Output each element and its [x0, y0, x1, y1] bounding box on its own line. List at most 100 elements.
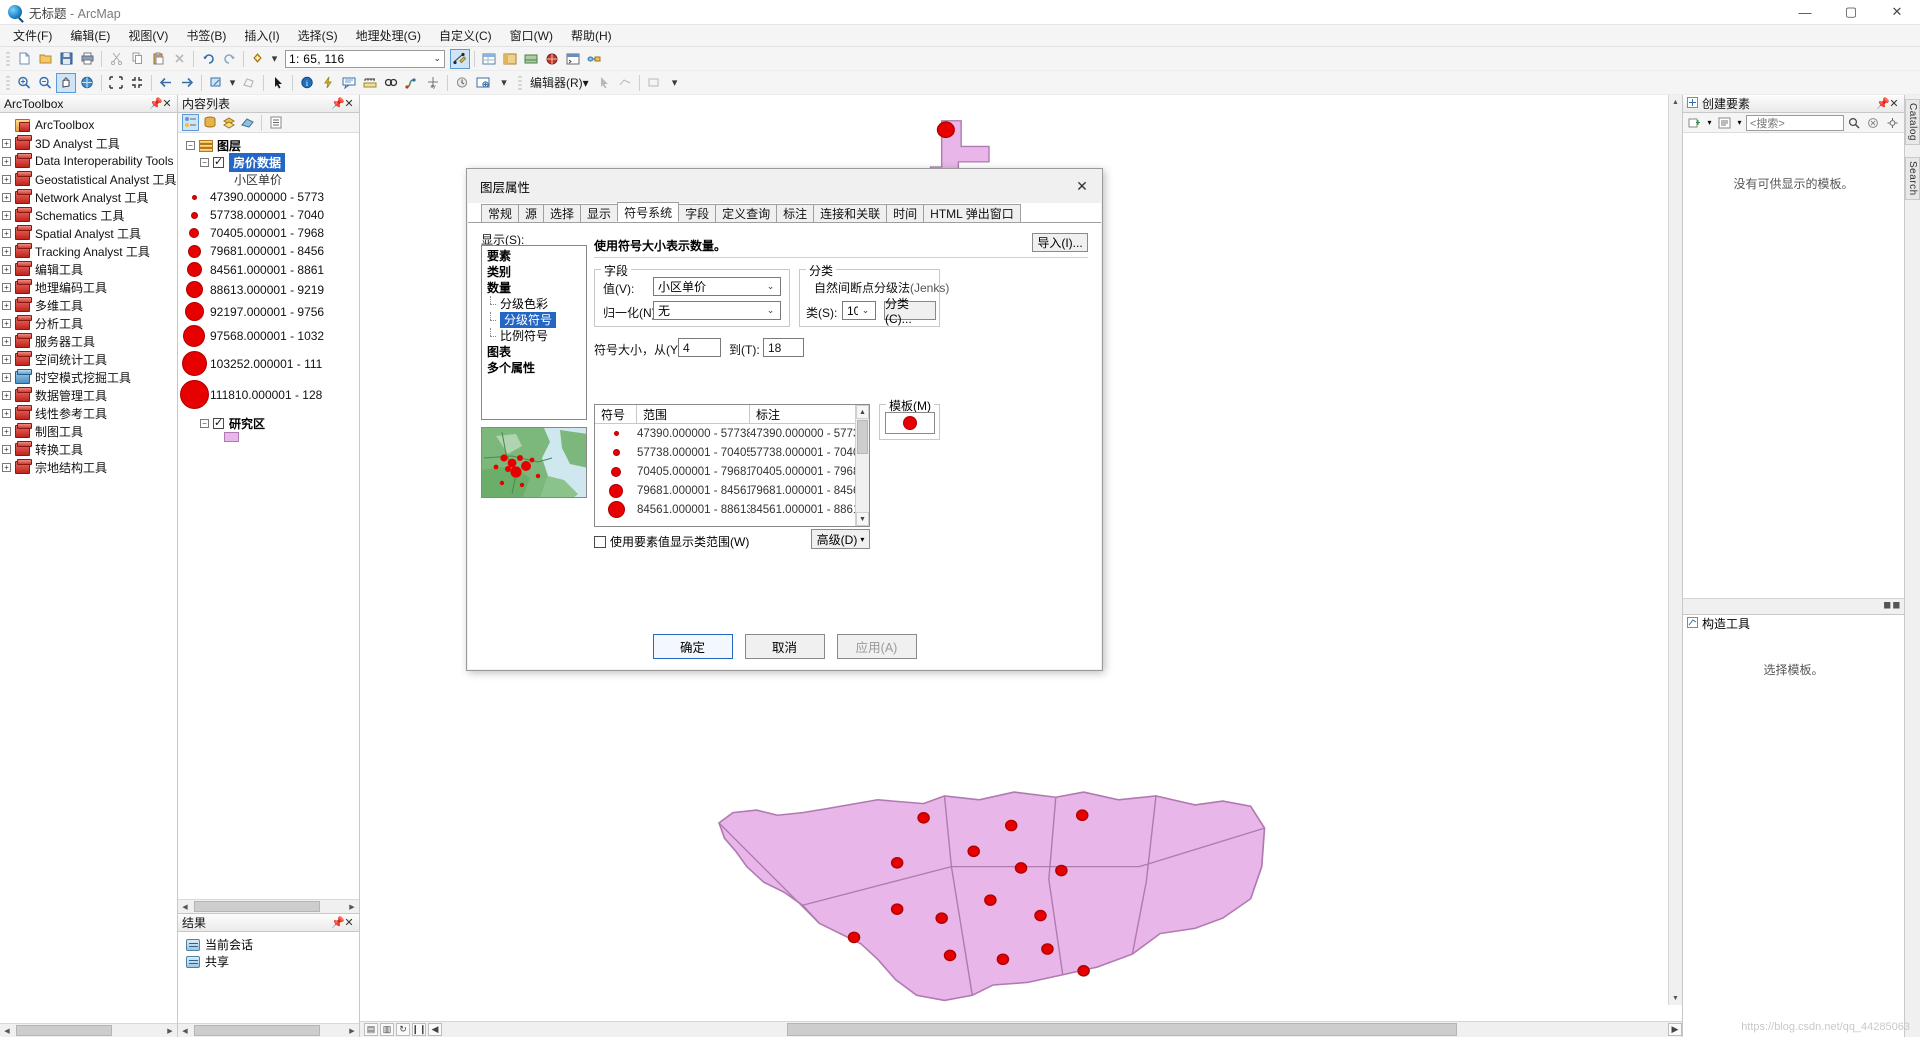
value-field-combo[interactable]: 小区单价 ⌄	[653, 277, 781, 296]
menu-item-5[interactable]: 选择(S)	[289, 25, 347, 46]
class-symbol[interactable]	[595, 483, 637, 498]
template-symbol-button[interactable]	[885, 412, 935, 434]
construction-tool-icon[interactable]	[644, 73, 664, 93]
scroll-left-icon[interactable]: ◀	[428, 1023, 442, 1036]
cancel-button[interactable]: 取消	[744, 634, 825, 659]
scroll-left-icon[interactable]: ◀	[178, 900, 192, 913]
symbology-type-listbox[interactable]: 要素 类别 数量 分级色彩 分级符号 比例符号 图表 多个属性	[481, 245, 587, 420]
legend-symbol[interactable]	[178, 351, 210, 376]
toolbox-item-10[interactable]: + 分析工具	[0, 314, 177, 332]
dialog-tab-0[interactable]: 常规	[481, 204, 520, 222]
dialog-tab-4[interactable]: 符号系统	[617, 202, 680, 222]
chevron-down-icon[interactable]: ⌄	[763, 281, 778, 292]
expand-icon[interactable]: −	[200, 419, 209, 428]
add-data-icon[interactable]	[248, 49, 268, 69]
legend-symbol[interactable]	[178, 325, 210, 347]
arctoolbox-hscrollbar[interactable]: ◀ ▶	[0, 1023, 177, 1037]
toc-legend-item-2[interactable]: 70405.000001 - 7968	[178, 224, 359, 242]
expand-icon[interactable]: +	[2, 174, 11, 184]
toc-legend-polygon[interactable]	[178, 432, 359, 442]
toc-legend-item-8[interactable]: 103252.000001 - 111	[178, 349, 359, 378]
time-slider-icon[interactable]	[452, 73, 472, 93]
layer-visibility-checkbox[interactable]	[213, 416, 224, 429]
legend-symbol[interactable]	[178, 380, 210, 409]
expand-icon[interactable]: +	[2, 138, 11, 148]
toc-legend-item-7[interactable]: 97568.000001 - 1032	[178, 323, 359, 349]
maximize-button[interactable]: ▢	[1828, 0, 1874, 24]
model-builder-icon[interactable]	[584, 49, 604, 69]
result-item-0[interactable]: 当前会话	[186, 936, 359, 953]
scroll-track[interactable]	[192, 900, 345, 913]
toc-layer-房价数据[interactable]: − 房价数据	[178, 153, 359, 172]
dialog-tab-9[interactable]: 时间	[886, 204, 925, 222]
toolbox-item-14[interactable]: + 数据管理工具	[0, 386, 177, 404]
pause-drawing-icon[interactable]: ❙❙	[411, 1023, 427, 1036]
scroll-right-icon[interactable]: ▶	[345, 1024, 359, 1037]
expand-icon[interactable]: +	[2, 408, 11, 418]
expand-icon[interactable]: +	[2, 210, 11, 220]
layout-view-icon[interactable]: ▥	[380, 1023, 394, 1036]
select-dropdown-icon[interactable]: ▾	[227, 73, 238, 93]
class-symbol[interactable]	[595, 466, 637, 477]
class-table-row[interactable]: 79681.000001 - 84561.000(79681.000001 - …	[595, 481, 869, 500]
symbology-type-item-2[interactable]: 数量	[482, 280, 586, 296]
splitter-expand-icon[interactable]: ⯀	[1893, 601, 1900, 612]
scroll-thumb[interactable]	[787, 1023, 1457, 1036]
toolbar-grip[interactable]	[6, 50, 10, 67]
legend-symbol[interactable]	[178, 194, 210, 200]
print-icon[interactable]	[77, 49, 97, 69]
find-icon[interactable]	[381, 73, 401, 93]
symbology-type-item-7[interactable]: 多个属性	[482, 360, 586, 376]
pan-icon[interactable]	[56, 72, 76, 93]
dialog-tab-7[interactable]: 标注	[776, 204, 815, 222]
close-icon[interactable]: ✕	[343, 97, 355, 110]
scroll-track[interactable]	[14, 1024, 163, 1037]
clear-search-icon[interactable]	[1865, 114, 1882, 131]
symbology-type-item-3[interactable]: 分级色彩	[482, 296, 586, 312]
list-by-selection-icon[interactable]	[239, 114, 256, 131]
toc-root[interactable]: − 图层	[178, 137, 359, 154]
apply-button[interactable]: 应用(A)	[836, 634, 917, 659]
toolbox-item-13[interactable]: + 时空模式挖掘工具	[0, 368, 177, 386]
html-popup-icon[interactable]	[339, 73, 359, 93]
select-elements-icon[interactable]	[268, 73, 288, 93]
splitter-collapse-icon[interactable]: ⯀	[1884, 601, 1891, 612]
dialog-tab-6[interactable]: 定义查询	[715, 204, 778, 222]
toolbar-grip[interactable]	[6, 74, 10, 91]
menu-item-0[interactable]: 文件(F)	[4, 25, 61, 46]
toolbar-overflow-icon[interactable]: ▾	[494, 73, 514, 93]
dialog-tab-5[interactable]: 字段	[678, 204, 717, 222]
menu-item-2[interactable]: 视图(V)	[119, 25, 177, 46]
symbology-type-item-1[interactable]: 类别	[482, 264, 586, 280]
toolbox-item-12[interactable]: + 空间统计工具	[0, 350, 177, 368]
editor-menu-button[interactable]: 编辑器(R)▾	[526, 74, 593, 91]
expand-icon[interactable]: +	[2, 264, 11, 274]
full-extent-icon[interactable]	[77, 73, 97, 93]
toc-legend-item-1[interactable]: 57738.000001 - 7040	[178, 206, 359, 224]
dialog-tab-1[interactable]: 源	[518, 204, 545, 222]
expand-icon[interactable]: +	[2, 192, 11, 202]
column-header-range[interactable]: 范围	[637, 405, 750, 423]
scroll-left-icon[interactable]: ◀	[0, 1024, 14, 1037]
menu-item-7[interactable]: 自定义(C)	[430, 25, 501, 46]
select-polygon-icon[interactable]	[239, 73, 259, 93]
toolbox-item-3[interactable]: + Network Analyst 工具	[0, 188, 177, 206]
legend-symbol[interactable]	[178, 262, 210, 277]
expand-icon[interactable]: +	[2, 282, 11, 292]
fixed-zoom-in-icon[interactable]	[106, 73, 126, 93]
edit-tool-icon[interactable]	[594, 73, 614, 93]
scroll-thumb[interactable]	[194, 1025, 320, 1036]
pin-icon[interactable]: 📌	[1876, 97, 1890, 110]
menu-item-1[interactable]: 编辑(E)	[61, 25, 119, 46]
template-dropdown-icon[interactable]: ▾	[1705, 114, 1714, 131]
chevron-down-icon[interactable]: ⌄	[763, 305, 778, 316]
dialog-tab-2[interactable]: 选择	[543, 204, 582, 222]
symbology-type-item-4[interactable]: 分级符号	[482, 312, 586, 328]
arctoolbox-root-node[interactable]: ArcToolbox	[0, 116, 177, 134]
scroll-track[interactable]	[192, 1024, 345, 1037]
map-hscroll-track[interactable]	[446, 1023, 1664, 1036]
menu-item-6[interactable]: 地理处理(G)	[347, 25, 430, 46]
template-options-dropdown-icon[interactable]: ▾	[1735, 114, 1744, 131]
menu-item-4[interactable]: 插入(I)	[235, 25, 288, 46]
search-icon[interactable]	[1846, 114, 1863, 131]
